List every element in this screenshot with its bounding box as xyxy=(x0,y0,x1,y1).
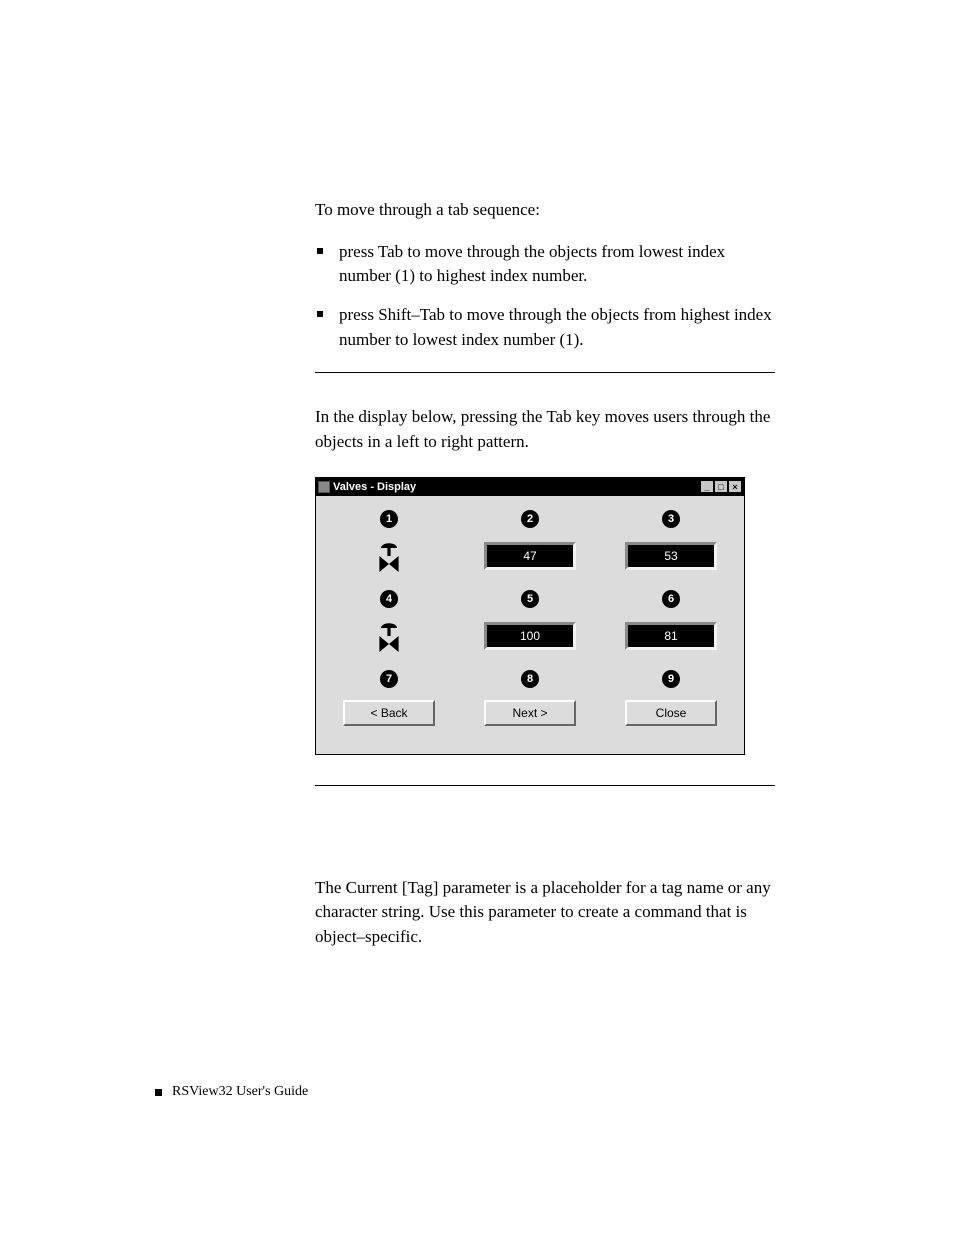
divider xyxy=(315,785,775,786)
bullet-item-2: press Shift–Tab to move through the obje… xyxy=(315,303,775,352)
numeric-input-3[interactable]: 53 xyxy=(625,542,717,570)
close-button[interactable]: Close xyxy=(625,700,717,726)
numeric-input-2[interactable]: 47 xyxy=(484,542,576,570)
maximize-button[interactable]: □ xyxy=(714,480,728,493)
footer-text: RSView32 User's Guide xyxy=(172,1084,308,1100)
tab-index-badge-2: 2 xyxy=(521,510,539,528)
bullet-list: press Tab to move through the objects fr… xyxy=(315,240,775,353)
intro-text: To move through a tab sequence: xyxy=(315,198,775,222)
bottom-paragraph: The Current [Tag] parameter is a placeho… xyxy=(315,876,775,950)
tab-index-badge-6: 6 xyxy=(662,590,680,608)
next-button[interactable]: Next > xyxy=(484,700,576,726)
valve-icon[interactable] xyxy=(373,540,405,572)
valves-dialog: Valves - Display _ □ × 1 2 3 xyxy=(315,477,745,755)
tab-index-badge-5: 5 xyxy=(521,590,539,608)
minimize-button[interactable]: _ xyxy=(700,480,714,493)
valve-icon[interactable] xyxy=(373,620,405,652)
divider xyxy=(315,372,775,373)
back-button[interactable]: < Back xyxy=(343,700,435,726)
titlebar-close-button[interactable]: × xyxy=(728,480,742,493)
footer-bullet-icon xyxy=(155,1089,162,1096)
dialog-titlebar[interactable]: Valves - Display _ □ × xyxy=(316,478,744,496)
dialog-title: Valves - Display xyxy=(333,481,416,493)
tab-index-badge-4: 4 xyxy=(380,590,398,608)
mid-paragraph: In the display below, pressing the Tab k… xyxy=(315,405,775,454)
numeric-input-5[interactable]: 100 xyxy=(484,622,576,650)
bullet-item-1: press Tab to move through the objects fr… xyxy=(315,240,775,289)
tab-index-badge-8: 8 xyxy=(521,670,539,688)
numeric-input-6[interactable]: 81 xyxy=(625,622,717,650)
tab-index-badge-9: 9 xyxy=(662,670,680,688)
tab-index-badge-1: 1 xyxy=(380,510,398,528)
window-icon xyxy=(318,481,330,493)
page-footer: RSView32 User's Guide xyxy=(155,1084,308,1100)
tab-index-badge-3: 3 xyxy=(662,510,680,528)
tab-index-badge-7: 7 xyxy=(380,670,398,688)
